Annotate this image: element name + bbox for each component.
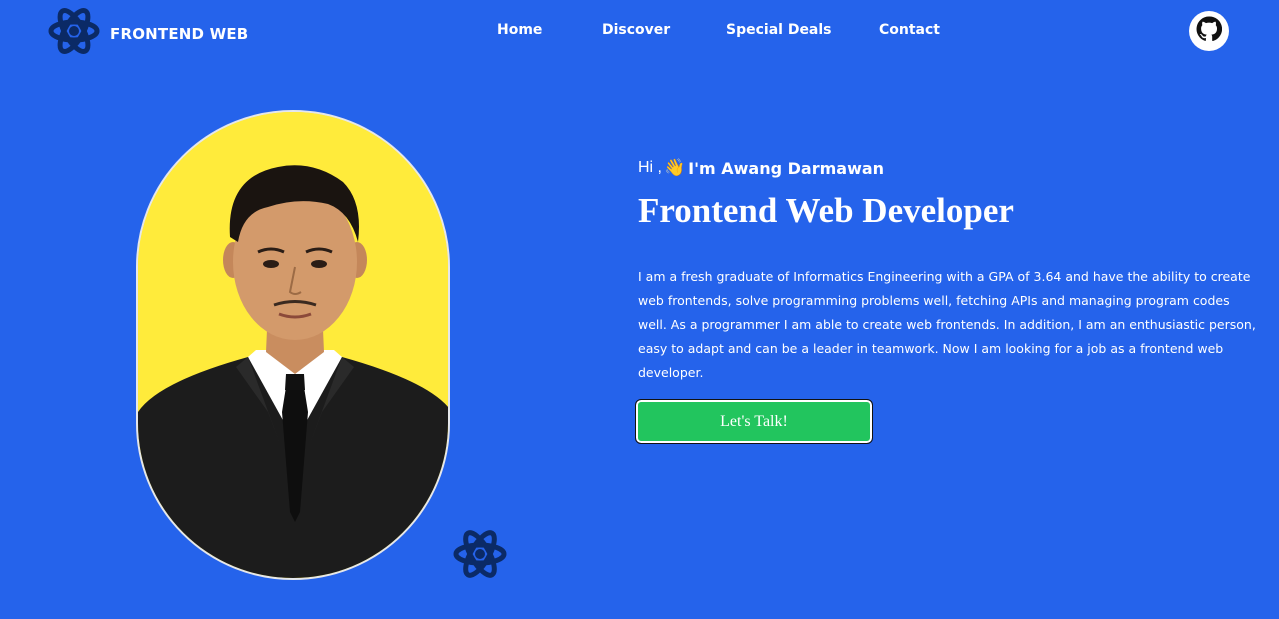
lets-talk-button[interactable]: Let's Talk! [635, 399, 873, 444]
page-title: Frontend Web Developer [638, 191, 1014, 230]
nav-link-discover[interactable]: Discover [602, 22, 670, 38]
bio-text: I am a fresh graduate of Informatics Eng… [638, 269, 1256, 380]
waving-hand-icon: 👋 [664, 158, 686, 177]
profile-photo [136, 110, 450, 580]
main-nav: Home Discover Special Deals Contact [0, 22, 1279, 42]
nav-link-home[interactable]: Home [497, 22, 542, 38]
react-atom-icon [453, 529, 507, 584]
greeting: Hi , 👋 I'm Awang Darmawan [638, 155, 1268, 181]
greeting-hi: Hi , [638, 159, 662, 176]
greeting-name: I'm Awang Darmawan [688, 158, 885, 178]
nav-link-special-deals[interactable]: Special Deals [726, 22, 832, 38]
github-icon [1196, 16, 1223, 47]
github-button[interactable] [1189, 11, 1229, 51]
hero-section: Hi , 👋 I'm Awang Darmawan Frontend Web D… [638, 155, 1268, 385]
nav-link-contact[interactable]: Contact [879, 22, 940, 38]
